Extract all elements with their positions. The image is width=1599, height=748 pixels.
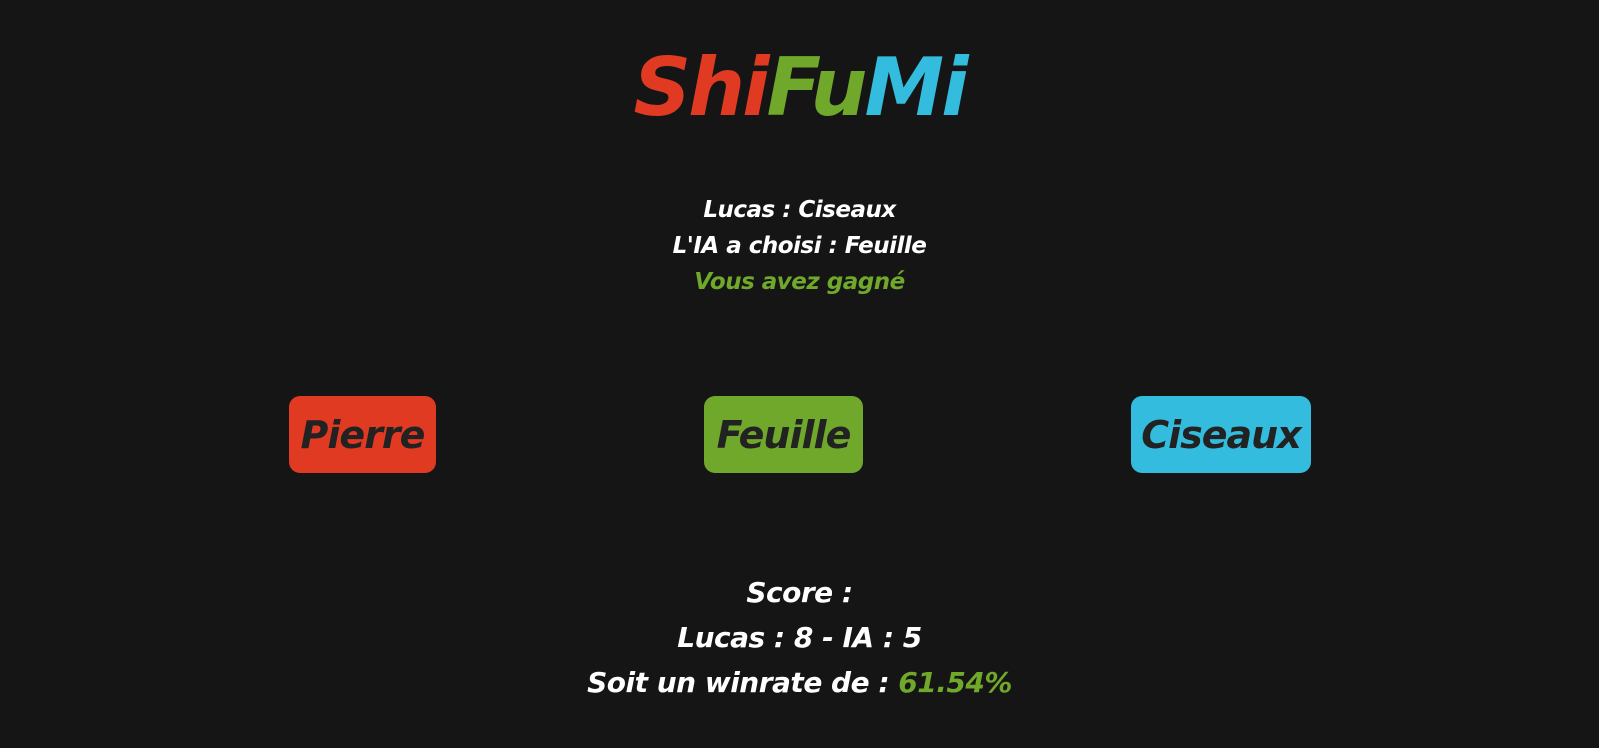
round-result: Lucas : Ciseaux L'IA a choisi : Feuille … [0, 192, 1599, 300]
score-panel: Score : Lucas : 8 - IA : 5 Soit un winra… [0, 570, 1599, 705]
title-fu: Fu [766, 41, 868, 134]
game-title: ShiFuMi [0, 38, 1599, 138]
outcome-text: Vous avez gagné [694, 269, 905, 295]
rock-button[interactable]: Pierre [289, 396, 436, 473]
score-heading: Score : [746, 576, 853, 609]
paper-button[interactable]: Feuille [704, 396, 863, 473]
winrate-label: Soit un winrate de : [587, 666, 899, 699]
title-mi: Mi [864, 41, 968, 134]
title-shi: Shi [633, 41, 770, 134]
ai-choice-text: L'IA a choisi : Feuille [672, 233, 927, 259]
score-line: Lucas : 8 - IA : 5 [677, 621, 922, 654]
winrate-line: Soit un winrate de : 61.54% [0, 660, 1599, 705]
scissors-button[interactable]: Ciseaux [1131, 396, 1311, 473]
player-choice-text: Lucas : Ciseaux [703, 197, 896, 223]
winrate-value: 61.54% [898, 666, 1012, 699]
